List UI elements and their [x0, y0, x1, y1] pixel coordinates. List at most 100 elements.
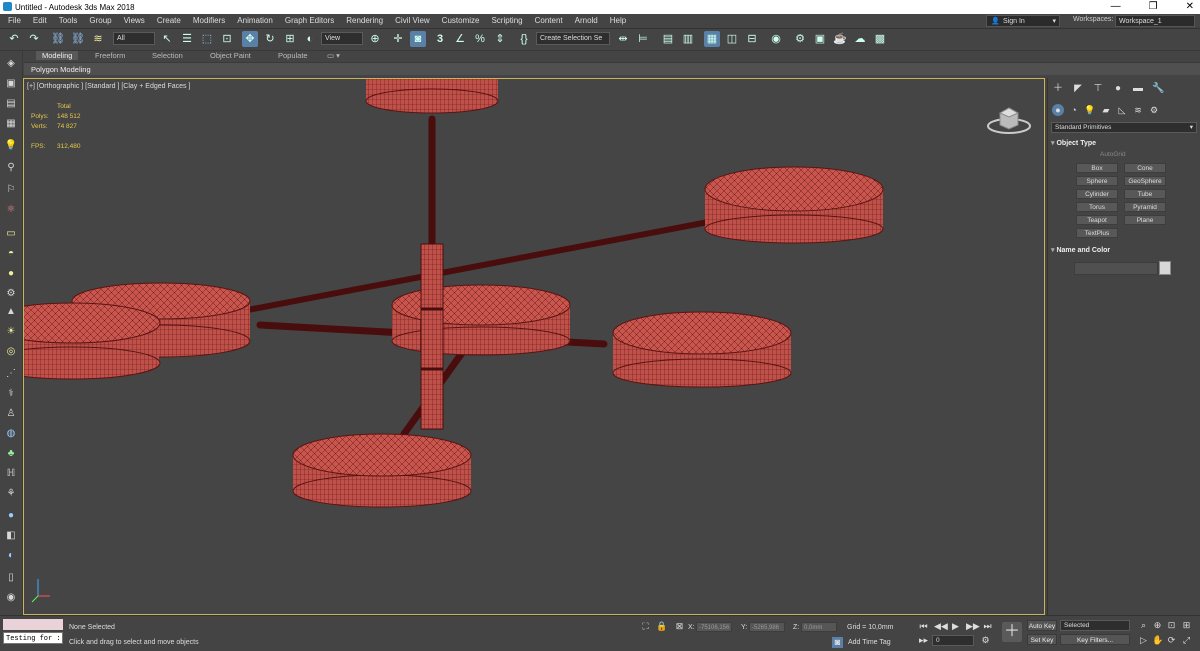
lock-icon[interactable]: ◉ [4, 591, 18, 605]
keyboard-shortcut-override-icon[interactable]: ◙ [410, 31, 426, 47]
toggle-ribbon-icon[interactable]: ▦ [704, 31, 720, 47]
menu-arnold[interactable]: Arnold [575, 16, 598, 25]
a360-gallery-icon[interactable]: ▩ [872, 31, 888, 47]
spacewarp-icon[interactable]: ⚛ [4, 203, 18, 217]
selection-filter-dropdown[interactable]: All [113, 32, 155, 45]
light-icon[interactable]: 💡 [4, 139, 18, 153]
menu-civil-view[interactable]: Civil View [395, 16, 430, 25]
circle-icon[interactable]: ◎ [4, 345, 18, 359]
current-frame-field[interactable]: 0 [932, 635, 974, 646]
maximize-viewport-icon[interactable]: ⤢ [1181, 635, 1192, 646]
autogrid-checkbox[interactable]: AutoGrid [1100, 151, 1126, 158]
spinner-snap-icon[interactable]: ⇕ [492, 31, 508, 47]
align-icon[interactable]: ⊨ [635, 31, 651, 47]
maxscript-listener-input[interactable] [3, 619, 63, 630]
close-button[interactable]: ✕ [1186, 0, 1194, 14]
rendered-frame-window-icon[interactable]: ▣ [812, 31, 828, 47]
globe-icon[interactable]: ◍ [4, 427, 18, 441]
scene-explorer-icon[interactable]: ▣ [4, 77, 18, 91]
select-object-icon[interactable]: ↖ [159, 31, 175, 47]
cloth-icon[interactable]: ⚘ [4, 487, 18, 501]
maxscript-output[interactable]: Testing for : [3, 632, 63, 644]
menu-help[interactable]: Help [610, 16, 626, 25]
previous-frame-icon[interactable]: ◀◀ [934, 621, 948, 632]
bone-icon[interactable]: ⚕ [4, 387, 18, 401]
hair-icon[interactable]: ℍ [4, 467, 18, 481]
key-mode-icon[interactable]: ▸▸ [918, 635, 929, 646]
zoom-extents-icon[interactable]: ⊡ [1166, 620, 1177, 631]
render-in-cloud-icon[interactable]: ☁ [852, 31, 868, 47]
toggle-scene-explorer-icon[interactable]: ▤ [660, 31, 676, 47]
menu-group[interactable]: Group [89, 16, 111, 25]
pivot-center-icon[interactable]: ⊕ [367, 31, 383, 47]
percent-snap-icon[interactable]: % [472, 31, 488, 47]
plane-button[interactable]: Plane [1124, 215, 1166, 225]
helpers-icon[interactable]: ◺ [1116, 104, 1128, 116]
tab-selection[interactable]: Selection [152, 51, 183, 60]
chandelier-model[interactable] [24, 79, 1045, 615]
schematic-view-icon[interactable]: ⊟ [744, 31, 760, 47]
modify-tab-icon[interactable]: ◤ [1072, 83, 1084, 95]
primitive-category-dropdown[interactable]: Standard Primitives ▾ [1051, 122, 1197, 133]
set-key-icon[interactable]: ＋ [1002, 622, 1022, 642]
menu-animation[interactable]: Animation [237, 16, 273, 25]
motion-tab-icon[interactable]: ● [1112, 83, 1124, 95]
box-button[interactable]: Box [1076, 163, 1118, 173]
render-sphere-icon[interactable]: ● [4, 509, 18, 523]
play-icon[interactable]: ▶ [950, 621, 961, 632]
snaps-toggle-icon[interactable]: 3 [432, 31, 448, 47]
biped-icon[interactable]: ♙ [4, 407, 18, 421]
geometry-icon[interactable]: ● [1052, 104, 1064, 116]
plane-icon[interactable]: ▭ [4, 227, 18, 241]
unlink-icon[interactable]: ⛓ [70, 31, 86, 47]
material-editor-icon[interactable]: ◉ [768, 31, 784, 47]
menu-graph-editors[interactable]: Graph Editors [285, 16, 334, 25]
polygon-modeling-label[interactable]: Polygon Modeling [31, 65, 91, 74]
window-crossing-icon[interactable]: ⊡ [219, 31, 235, 47]
document-icon[interactable]: ▯ [4, 571, 18, 585]
zoom-all-icon[interactable]: ⊕ [1152, 620, 1163, 631]
camera-icon[interactable]: ⚲ [4, 161, 18, 175]
named-selection-dropdown[interactable]: Create Selection Se [536, 32, 610, 45]
hierarchy-tab-icon[interactable]: ⊤ [1092, 83, 1104, 95]
set-key-button[interactable]: Set Key [1027, 634, 1057, 645]
menu-content[interactable]: Content [535, 16, 563, 25]
create-tab-icon[interactable]: ＋ [1052, 83, 1064, 95]
isolate-selection-icon[interactable]: ⛶ [640, 621, 651, 632]
absolute-mode-icon[interactable]: ⊠ [674, 621, 685, 632]
tab-freeform[interactable]: Freeform [95, 51, 125, 60]
go-to-end-icon[interactable]: ⏭ [982, 621, 993, 632]
scale-icon[interactable]: ⊞ [282, 31, 298, 47]
viewport-layout-icon[interactable]: ◈ [4, 57, 18, 71]
selection-lock-icon[interactable]: 🔒 [656, 621, 667, 632]
go-to-start-icon[interactable]: ⏮ [918, 621, 929, 632]
utilities-tab-icon[interactable]: 🔧 [1152, 83, 1164, 95]
next-frame-icon[interactable]: ▶▶ [966, 621, 980, 632]
zoom-extents-all-icon[interactable]: ⊞ [1181, 620, 1192, 631]
cameras-icon[interactable]: ▰ [1100, 104, 1112, 116]
tube-button[interactable]: Tube [1124, 189, 1166, 199]
undo-icon[interactable]: ↶ [6, 31, 22, 47]
object-color-swatch[interactable] [1159, 261, 1171, 275]
systems-icon[interactable]: ⚙ [1148, 104, 1160, 116]
tab-modeling[interactable]: Modeling [36, 51, 79, 60]
x-coordinate-field[interactable]: -75106,156 [696, 622, 732, 632]
auto-key-button[interactable]: Auto Key [1027, 620, 1057, 631]
key-mode-dropdown[interactable]: Selected [1060, 620, 1130, 631]
rotate-icon[interactable]: ↻ [262, 31, 278, 47]
reference-coordinate-dropdown[interactable]: View [321, 32, 363, 45]
ribbon-options-icon[interactable]: ▭ ▾ [327, 51, 340, 60]
render-setup-icon[interactable]: ⚙ [792, 31, 808, 47]
rectangular-selection-icon[interactable]: ⬚ [199, 31, 215, 47]
toggle-layer-explorer-icon[interactable]: ▥ [680, 31, 696, 47]
key-filters-button[interactable]: Key Filters... [1060, 634, 1130, 645]
minimize-button[interactable]: — [1111, 0, 1121, 14]
lights-icon[interactable]: 💡 [1084, 104, 1096, 116]
z-coordinate-field[interactable]: 0,0mm [801, 622, 837, 632]
display-tab-icon[interactable]: ▬ [1132, 83, 1144, 95]
y-coordinate-field[interactable]: -5265,986 [749, 622, 785, 632]
geosphere-button[interactable]: GeoSphere [1124, 176, 1166, 186]
environment-icon[interactable]: ◐ [4, 549, 18, 563]
object-name-field[interactable] [1074, 262, 1158, 275]
sign-in-dropdown[interactable]: 👤 Sign In ▾ [986, 15, 1060, 27]
